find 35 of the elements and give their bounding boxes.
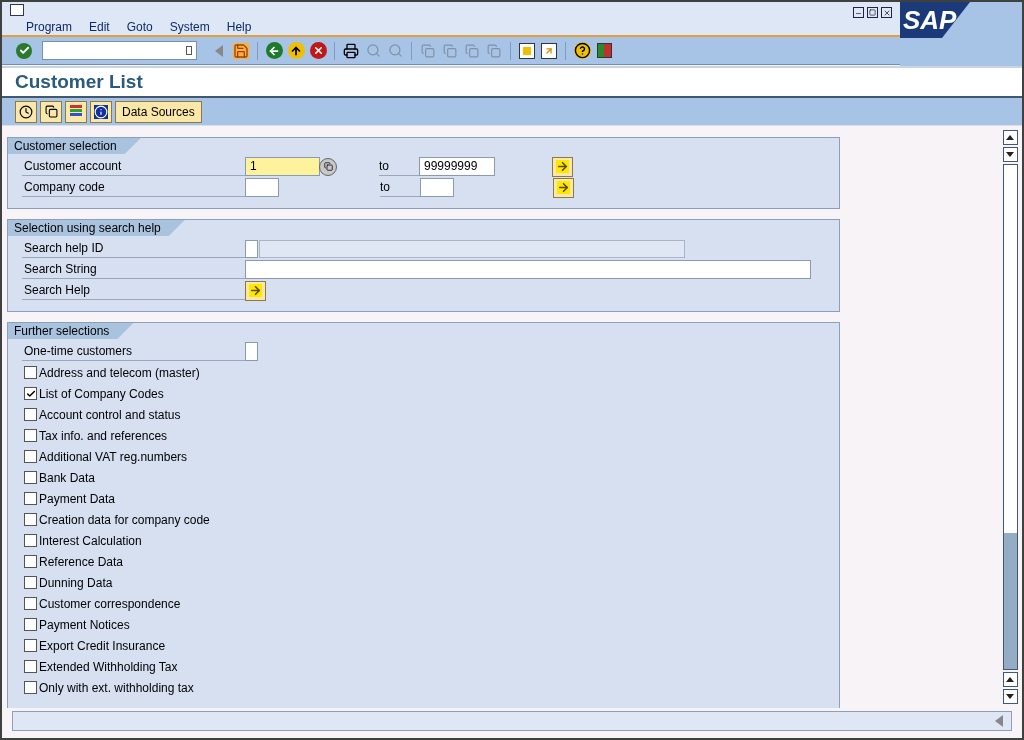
field-label: Search String xyxy=(22,260,245,279)
field-label: One-time customers xyxy=(22,342,245,361)
checkbox-label: Export Credit Insurance xyxy=(39,637,166,655)
field-label: Search help ID xyxy=(22,239,245,258)
checkbox-label: Bank Data xyxy=(39,469,96,487)
checkbox-label: Payment Data xyxy=(39,490,116,508)
checkbox-label: Only with ext. withholding tax xyxy=(39,679,194,697)
checkbox-label: Additional VAT reg.numbers xyxy=(39,448,188,466)
group-title: Selection using search help xyxy=(8,220,185,236)
menu-item[interactable]: Program xyxy=(26,18,72,36)
checkbox-label: Payment Notices xyxy=(39,616,130,634)
field-label: Customer account xyxy=(22,157,245,176)
menu-item[interactable]: Help xyxy=(226,18,252,36)
checkbox-label: List of Company Codes xyxy=(39,385,164,403)
menu-item[interactable]: Goto xyxy=(126,18,153,36)
field-label: Search Help xyxy=(22,281,245,300)
to-field[interactable]: 99999999 xyxy=(419,157,495,176)
screen-title: Customer List xyxy=(15,69,143,94)
checkbox-label: Tax info. and references xyxy=(39,427,168,445)
checkbox-label: Dunning Data xyxy=(39,574,113,592)
checkbox-label: Account control and status xyxy=(39,406,181,424)
data-sources-button[interactable]: Data Sources xyxy=(115,100,202,123)
checkbox-label: Interest Calculation xyxy=(39,532,142,550)
group-title: Further selections xyxy=(8,323,134,339)
menu-item[interactable]: Edit xyxy=(89,18,110,36)
checkbox-label: Extended Withholding Tax xyxy=(39,658,178,676)
checkbox-label: Address and telecom (master) xyxy=(39,364,200,382)
menu-item[interactable]: System xyxy=(169,18,210,36)
field-label: Company code xyxy=(22,178,245,197)
from-field[interactable]: 1 xyxy=(245,157,320,176)
checkbox-label: Customer correspondence xyxy=(39,595,181,613)
checkbox-label: Creation data for company code xyxy=(39,511,210,529)
group-title: Customer selection xyxy=(8,138,141,154)
logo: SAP xyxy=(900,2,1022,66)
checkbox-label: Reference Data xyxy=(39,553,124,571)
